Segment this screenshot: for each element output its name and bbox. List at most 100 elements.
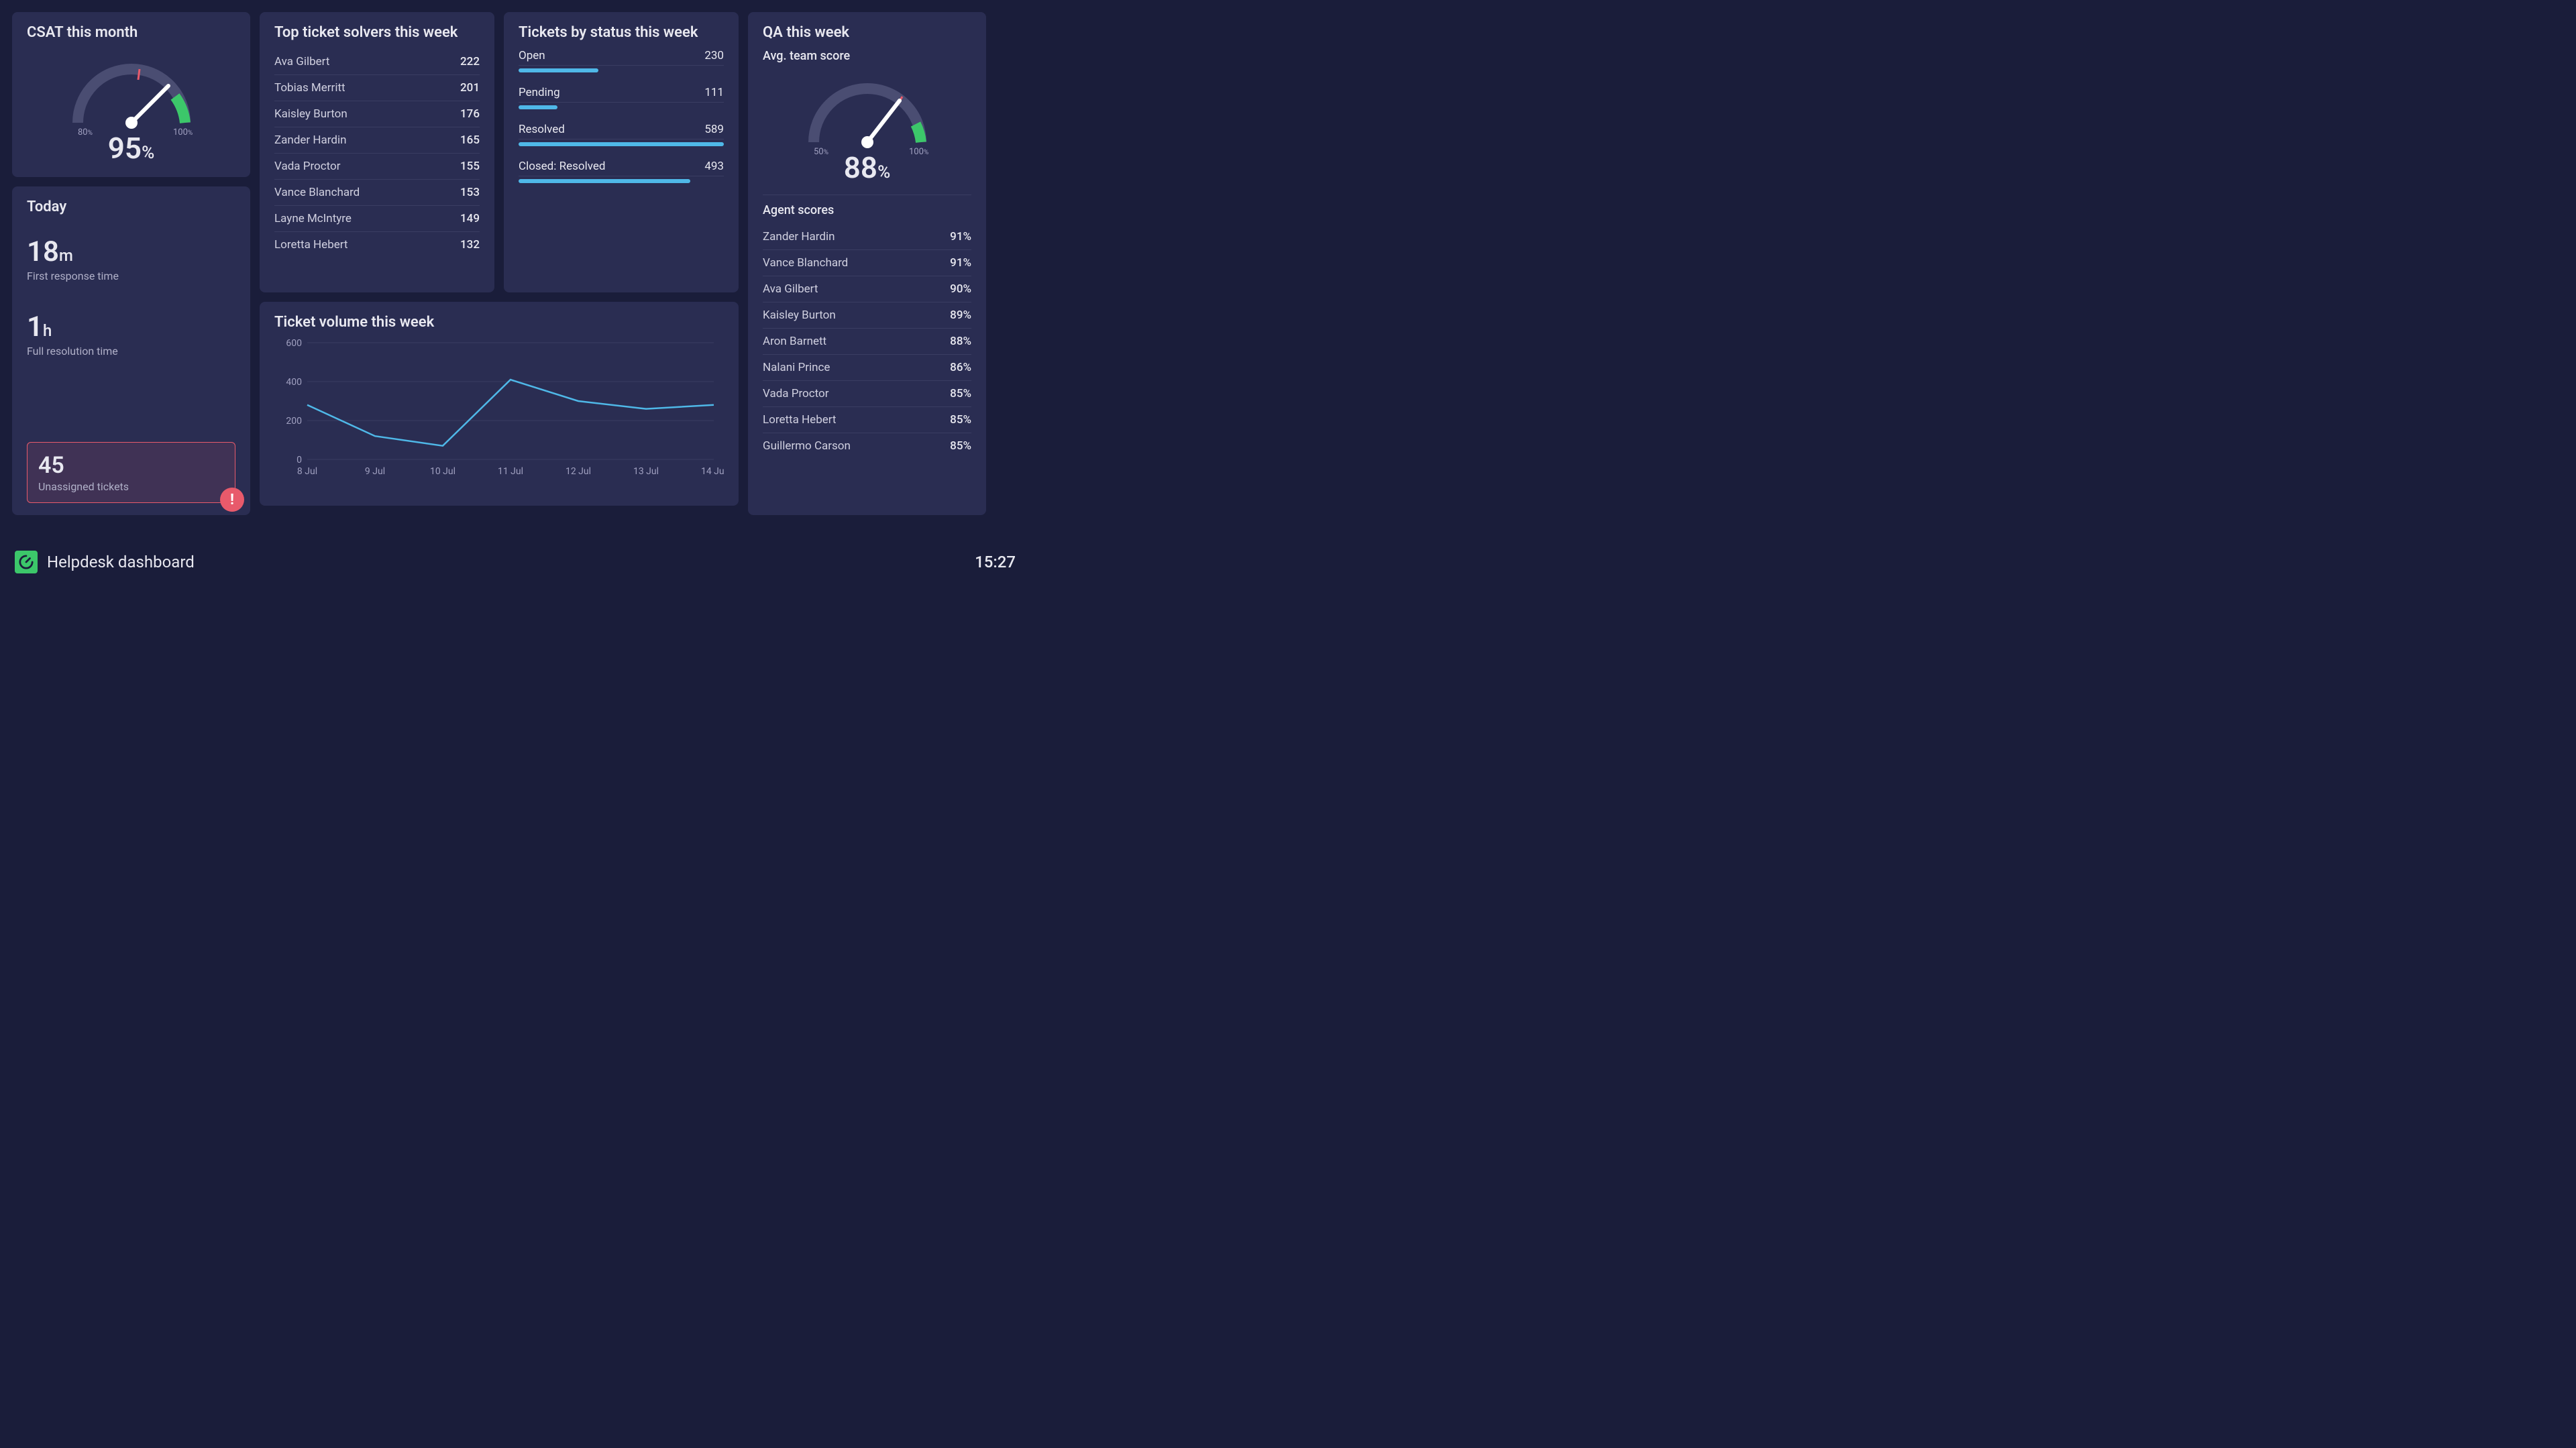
solvers-card: Top ticket solvers this week Ava Gilbert…: [260, 12, 494, 292]
svg-text:0: 0: [297, 455, 302, 465]
status-title: Tickets by status this week: [519, 24, 724, 41]
agent-score: 85%: [950, 413, 971, 427]
alert-unassigned[interactable]: 45 Unassigned tickets !: [27, 442, 235, 503]
status-value: 493: [704, 160, 724, 173]
solver-name: Ava Gilbert: [274, 55, 329, 68]
solver-count: 165: [460, 133, 480, 147]
svg-text:9 Jul: 9 Jul: [365, 466, 385, 477]
status-label: Closed: Resolved: [519, 160, 605, 173]
agent-name: Nalani Prince: [763, 361, 830, 374]
status-label: Resolved: [519, 123, 565, 136]
solver-name: Vada Proctor: [274, 160, 341, 173]
agent-score: 91%: [950, 230, 971, 243]
alert-label: Unassigned tickets: [38, 480, 224, 493]
list-item: Loretta Hebert 132: [274, 232, 480, 258]
agent-name: Guillermo Carson: [763, 439, 851, 453]
footer: Helpdesk dashboard 15:27: [0, 545, 1030, 579]
list-item: Zander Hardin 91%: [763, 224, 971, 250]
list-item: Vada Proctor 85%: [763, 381, 971, 407]
qa-card: QA this week Avg. team score 50% 100% 88…: [748, 12, 986, 515]
agent-name: Zander Hardin: [763, 230, 835, 243]
alert-icon: !: [220, 488, 244, 512]
list-item: Layne McIntyre 149: [274, 206, 480, 232]
agent-score: 90%: [950, 282, 971, 296]
agent-score: 91%: [950, 256, 971, 270]
status-label: Open: [519, 49, 545, 62]
qa-scores-title: Agent scores: [763, 194, 971, 217]
list-item: Tobias Merritt201: [274, 75, 480, 101]
today-card: Today 18m First response time 1h Full re…: [12, 186, 250, 515]
volume-title: Ticket volume this week: [274, 314, 724, 331]
list-item: Zander Hardin165: [274, 127, 480, 154]
status-value: 589: [704, 123, 724, 136]
footer-time: 15:27: [975, 553, 1016, 571]
status-item: Resolved 589: [519, 123, 724, 146]
svg-text:200: 200: [286, 416, 302, 427]
agent-score: 85%: [950, 439, 971, 453]
footer-title: Helpdesk dashboard: [47, 553, 195, 571]
solver-count: 201: [460, 81, 480, 95]
status-item: Open 230: [519, 49, 724, 72]
agent-name: Ava Gilbert: [763, 282, 818, 296]
qa-value: 88%: [844, 150, 890, 185]
metric-resolution: 1h Full resolution time: [27, 311, 235, 357]
agent-name: Vance Blanchard: [763, 256, 848, 270]
list-item: Ava Gilbert 222: [274, 49, 480, 75]
csat-gauge: 80% 100% 95%: [27, 49, 235, 166]
svg-text:14 Jul: 14 Jul: [701, 466, 724, 477]
metric-first-response: 18m First response time: [27, 235, 235, 282]
svg-text:11 Jul: 11 Jul: [498, 466, 523, 477]
svg-text:8 Jul: 8 Jul: [297, 466, 317, 477]
svg-text:10 Jul: 10 Jul: [430, 466, 455, 477]
svg-text:100%: 100%: [173, 127, 193, 136]
logo-icon: [15, 551, 38, 573]
agent-score: 89%: [950, 309, 971, 322]
status-label: Pending: [519, 86, 560, 99]
agent-name: Aron Barnett: [763, 335, 826, 348]
svg-text:80%: 80%: [78, 127, 93, 136]
alert-value: 45: [38, 452, 224, 479]
list-item: Vance Blanchard 153: [274, 180, 480, 206]
list-item: Ava Gilbert 90%: [763, 276, 971, 302]
status-item: Closed: Resolved 493: [519, 160, 724, 183]
volume-card: Ticket volume this week 0 200 400 600 8 Jul 9…: [260, 302, 739, 506]
qa-gauge: 50% 100% 88%: [763, 68, 971, 185]
qa-scores-list: Zander Hardin 91% Vance Blanchard 91% Ava Gi…: [763, 224, 971, 459]
gauge-svg: 50% 100%: [794, 68, 941, 156]
solver-count: 222: [460, 55, 480, 68]
svg-text:12 Jul: 12 Jul: [566, 466, 591, 477]
solver-count: 176: [460, 107, 480, 121]
list-item: Kaisley Burton 89%: [763, 302, 971, 329]
csat-card: CSAT this month 80% 100% 95%: [12, 12, 250, 177]
solvers-list: Ava Gilbert222Tobias Merritt201Kaisley B…: [274, 49, 480, 258]
svg-text:600: 600: [286, 339, 302, 349]
csat-title: CSAT this month: [27, 24, 235, 41]
agent-score: 86%: [950, 361, 971, 374]
solver-count: 153: [460, 186, 480, 199]
svg-text:13 Jul: 13 Jul: [633, 466, 659, 477]
line-chart-svg: 0 200 400 600 8 Jul 9 Jul 10 Jul 11 Jul 12 Jul 13…: [274, 339, 724, 480]
agent-name: Loretta Hebert: [763, 413, 837, 427]
solver-count: 132: [460, 238, 480, 252]
solver-name: Vance Blanchard: [274, 186, 360, 199]
status-value: 230: [704, 49, 724, 62]
status-card: Tickets by status this week Open 230 Pendi…: [504, 12, 739, 292]
solver-name: Loretta Hebert: [274, 238, 348, 252]
solvers-title: Top ticket solvers this week: [274, 24, 480, 41]
agent-name: Kaisley Burton: [763, 309, 836, 322]
solver-name: Layne McIntyre: [274, 212, 352, 225]
list-item: Kaisley Burton 176: [274, 101, 480, 127]
status-item: Pending111: [519, 86, 724, 109]
list-item: Guillermo Carson 85%: [763, 433, 971, 459]
list-item: Aron Barnett88%: [763, 329, 971, 355]
status-list: Open 230 Pending111 Resolved 589 Closed: Reso…: [519, 49, 724, 183]
csat-value: 95%: [108, 131, 154, 166]
gauge-svg: 80% 100%: [58, 49, 205, 136]
agent-name: Vada Proctor: [763, 387, 829, 400]
solver-name: Kaisley Burton: [274, 107, 347, 121]
agent-score: 85%: [950, 387, 971, 400]
solver-count: 149: [460, 212, 480, 225]
svg-text:100%: 100%: [909, 147, 928, 156]
list-item: Loretta Hebert 85%: [763, 407, 971, 433]
svg-text:400: 400: [286, 377, 302, 388]
